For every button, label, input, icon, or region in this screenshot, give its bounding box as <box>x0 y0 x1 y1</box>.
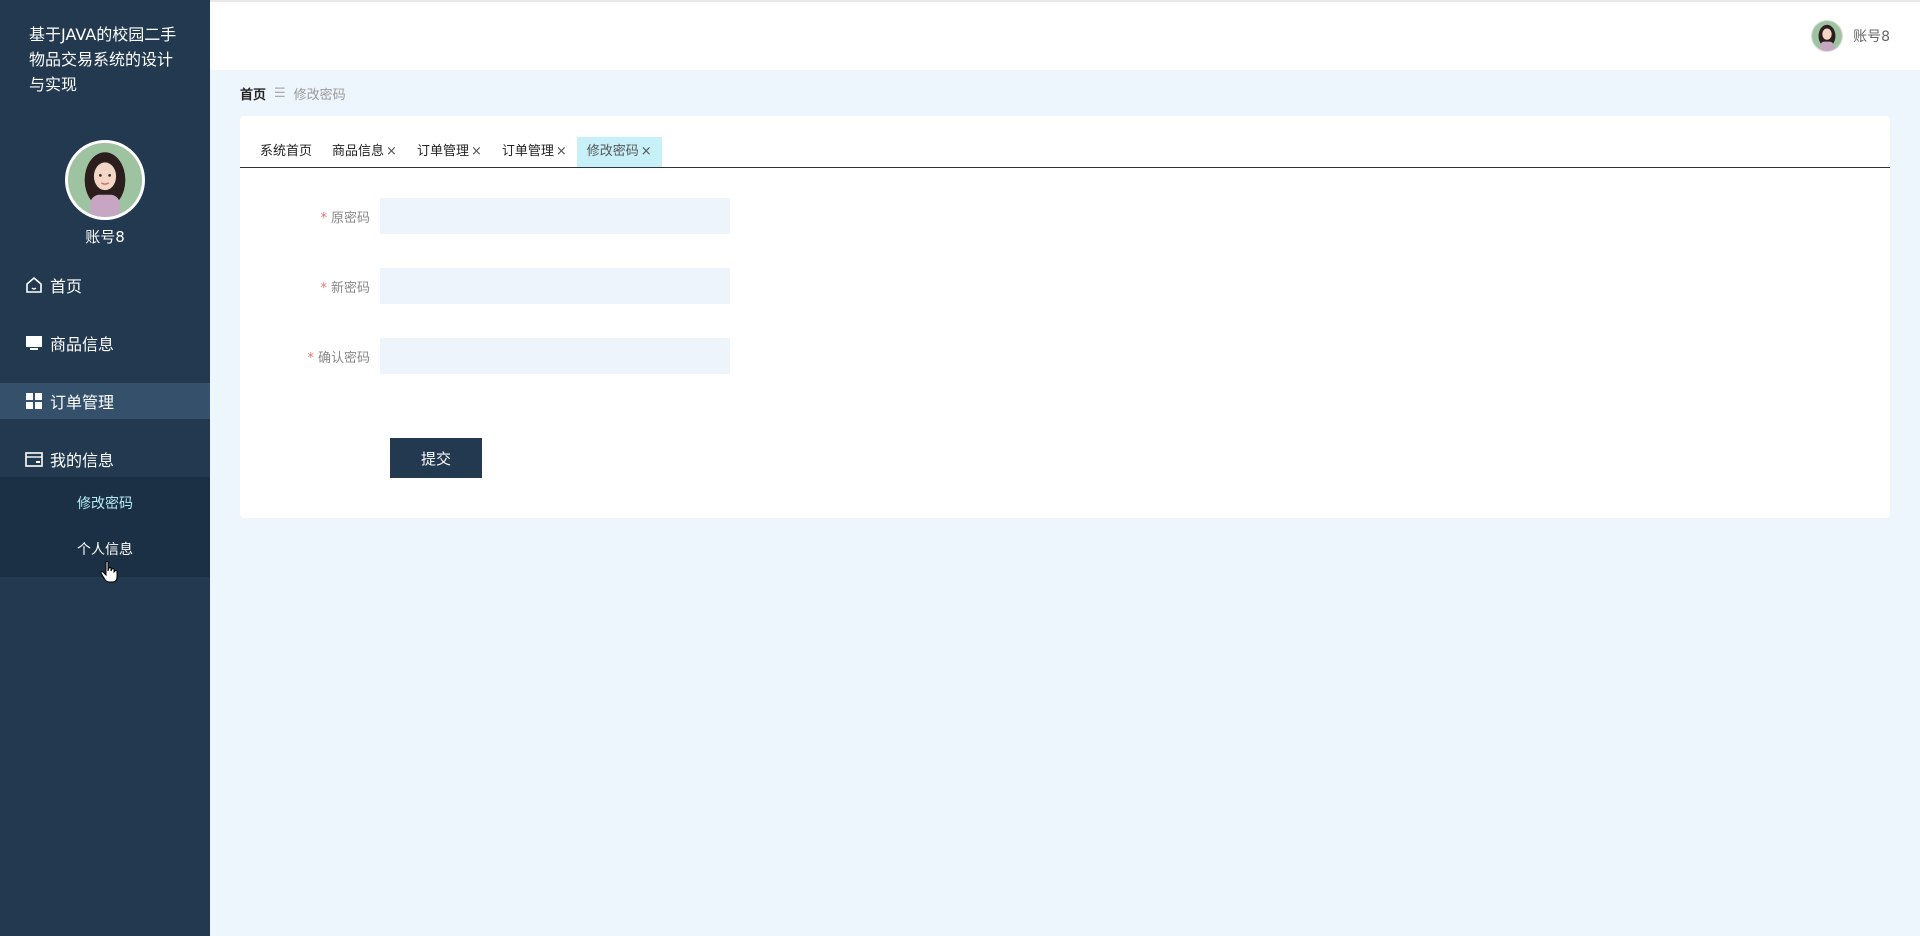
sidebar-subitem-change-password[interactable]: 修改密码 <box>0 481 210 527</box>
tab-label: 订单管理 <box>416 144 469 159</box>
breadcrumb-separator: ☰ <box>274 86 286 101</box>
grid-icon <box>24 391 44 411</box>
avatar[interactable] <box>65 140 145 220</box>
sidebar-item-label: 商品信息 <box>50 335 115 354</box>
close-icon[interactable]: × <box>471 137 482 167</box>
old-password-label: * 原密码 <box>240 207 380 226</box>
tab-orders[interactable]: 订单管理 × <box>407 137 492 167</box>
main-panel: 系统首页 商品信息 × 订单管理 × 订单管理 × 修改密码 × * 原密码 * 新… <box>240 116 1890 518</box>
close-icon[interactable]: × <box>386 137 397 167</box>
required-marker: * <box>307 350 314 366</box>
hand-cursor-icon <box>100 561 118 583</box>
new-password-field[interactable] <box>380 268 730 304</box>
app-title: 基于JAVA的校园二手物品交易系统的设计与实现 <box>29 25 177 94</box>
sidebar-item-label: 我的信息 <box>50 451 115 470</box>
tab-system-home[interactable]: 系统首页 <box>250 137 322 167</box>
sidebar-item-label: 首页 <box>50 277 83 296</box>
new-password-label: * 新密码 <box>240 277 380 296</box>
sidebar-item-my-info[interactable]: 我的信息 <box>0 441 210 477</box>
breadcrumb-current: 修改密码 <box>293 88 346 103</box>
tab-label: 订单管理 <box>501 144 554 159</box>
user-menu[interactable]: 账号8 <box>1811 20 1890 52</box>
sidebar-username: 账号8 <box>85 228 125 246</box>
sidebar-item-orders[interactable]: 订单管理 <box>0 383 210 419</box>
tab-label: 商品信息 <box>332 144 385 159</box>
tab-orders-2[interactable]: 订单管理 × <box>492 137 577 167</box>
tab-label: 系统首页 <box>260 144 313 159</box>
tab-label: 修改密码 <box>586 144 639 159</box>
sidebar-avatar-wrap: 账号8 <box>0 140 210 247</box>
tab-products[interactable]: 商品信息 × <box>322 137 407 167</box>
tab-bar: 系统首页 商品信息 × 订单管理 × 订单管理 × 修改密码 × <box>240 136 1890 168</box>
change-password-form: * 原密码 * 新密码 * 确认密码 <box>240 198 1040 408</box>
required-marker: * <box>320 210 327 226</box>
avatar <box>1811 20 1844 52</box>
breadcrumb: 首页 ☰ 修改密码 <box>240 84 346 103</box>
topbar-username: 账号8 <box>1853 29 1890 45</box>
old-password-field[interactable] <box>380 198 730 234</box>
breadcrumb-home[interactable]: 首页 <box>240 84 266 103</box>
avatar-image <box>1812 21 1843 51</box>
form-row-new-password: * 新密码 <box>240 268 1040 304</box>
close-icon[interactable]: × <box>556 137 567 167</box>
avatar-image <box>68 143 142 217</box>
monitor-icon <box>24 333 44 353</box>
confirm-password-label: * 确认密码 <box>240 347 380 366</box>
sidebar-menu: 首页 商品信息 订单管理 我的信息 修改密码 个人信息 <box>0 267 210 577</box>
form-row-confirm-password: * 确认密码 <box>240 338 1040 374</box>
home-icon <box>24 275 44 295</box>
form-row-old-password: * 原密码 <box>240 198 1040 234</box>
field-label: 原密码 <box>330 210 370 226</box>
tab-change-password[interactable]: 修改密码 × <box>576 137 662 167</box>
wallet-icon <box>24 449 44 469</box>
close-icon[interactable]: × <box>641 137 652 167</box>
sidebar-item-label: 订单管理 <box>50 393 115 412</box>
confirm-password-field[interactable] <box>380 338 730 374</box>
sidebar: 基于JAVA的校园二手物品交易系统的设计与实现 账号8 首页 商品信息 订单管理… <box>0 0 210 936</box>
submit-button[interactable]: 提交 <box>390 438 482 478</box>
required-marker: * <box>320 280 327 296</box>
sidebar-item-home[interactable]: 首页 <box>0 267 210 303</box>
top-bar: 账号8 <box>210 0 1920 70</box>
sidebar-item-products[interactable]: 商品信息 <box>0 325 210 361</box>
field-label: 确认密码 <box>317 350 370 366</box>
field-label: 新密码 <box>330 280 370 296</box>
